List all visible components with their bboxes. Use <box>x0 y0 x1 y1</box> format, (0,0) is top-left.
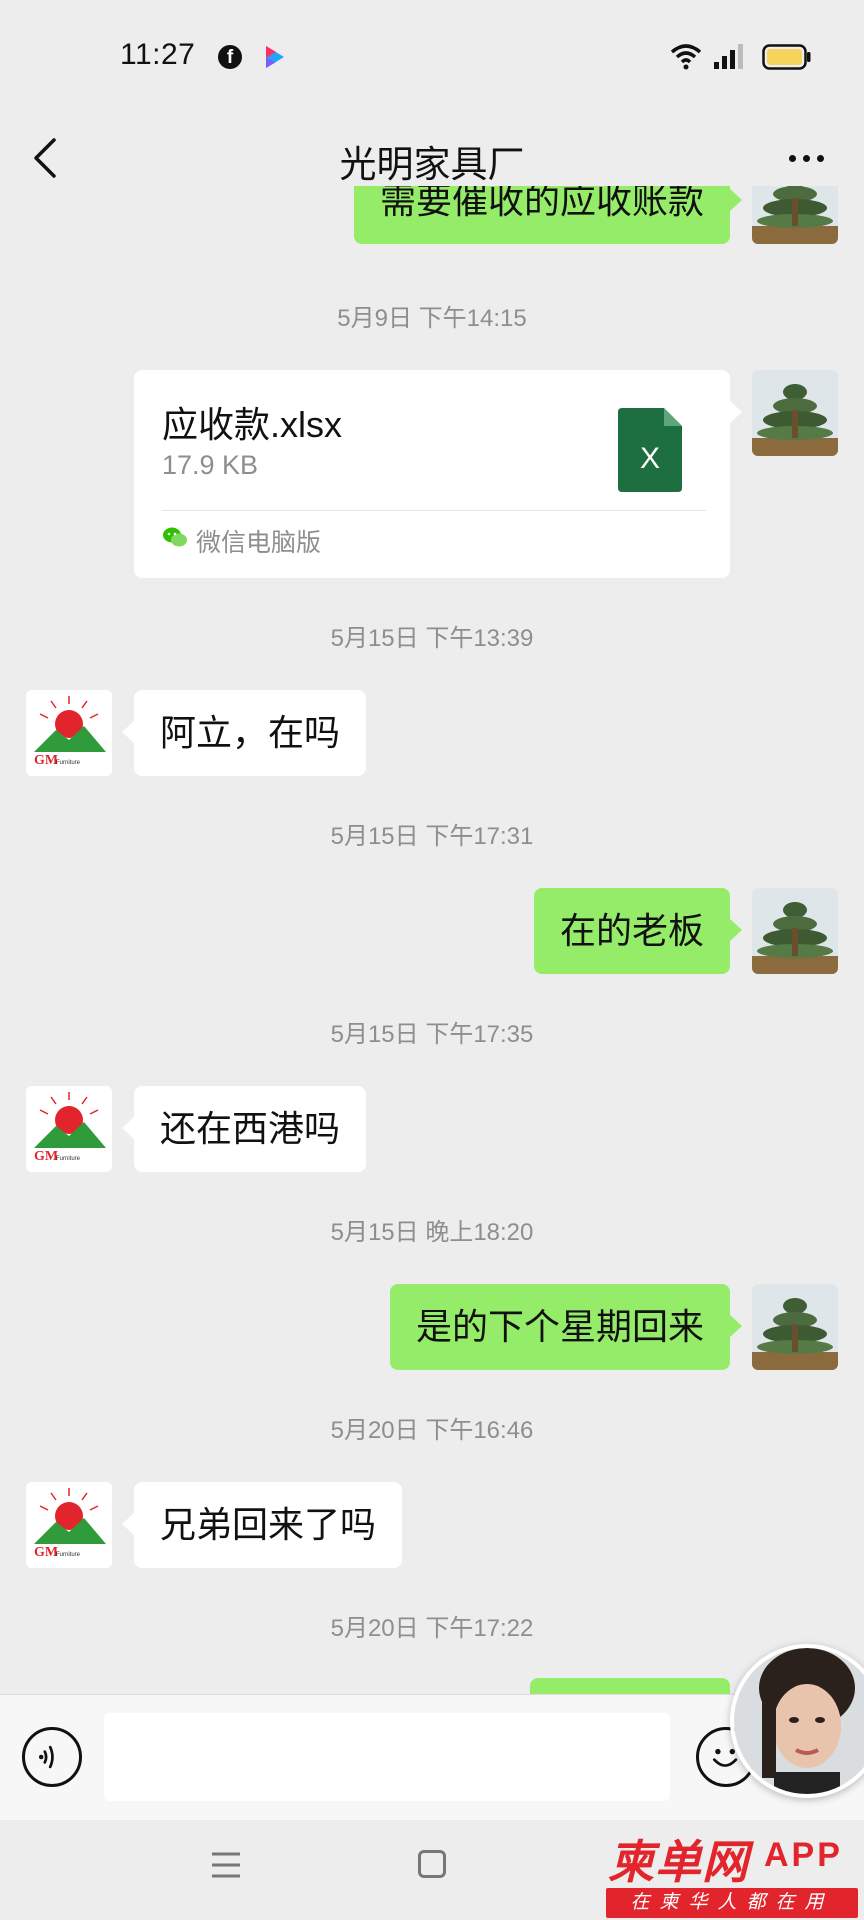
message-list[interactable]: 需要催收的应收账款 5月9日 下午14:15 应收款.xlsx 17.9 KB … <box>0 186 864 1694</box>
page-title: 光明家具厂 <box>339 144 525 185</box>
message-text: 还在西港吗 <box>160 1108 341 1149</box>
my-avatar[interactable] <box>752 888 838 974</box>
signal-icon <box>714 44 743 69</box>
svg-text:Furniture: Furniture <box>56 760 81 766</box>
dot <box>788 154 796 162</box>
gm-furniture-logo-avatar: GM Furniture <box>26 1086 112 1172</box>
dot <box>802 154 810 162</box>
watermark-slogan: 在柬华人都在用 <box>606 1888 858 1918</box>
user-photo <box>734 1648 864 1794</box>
file-size: 17.9 KB <box>162 450 259 480</box>
my-avatar[interactable] <box>752 370 838 456</box>
home-key-icon[interactable] <box>418 1850 446 1878</box>
contact-avatar[interactable]: GM Furniture <box>26 690 112 776</box>
message-text: 是的下个星期回来 <box>415 1306 704 1347</box>
menu-key-icon[interactable] <box>210 1850 242 1880</box>
message-timestamp: 5月15日 下午17:35 <box>330 1021 534 1048</box>
message-timestamp: 5月15日 下午17:31 <box>330 823 534 850</box>
bonsai-tree-avatar <box>752 186 838 244</box>
watermark-logo: 柬单网 APP 在柬华人都在用 <box>600 1826 864 1920</box>
contact-avatar[interactable]: GM Furniture <box>26 1482 112 1568</box>
my-avatar[interactable] <box>752 1284 838 1370</box>
wifi-icon <box>670 44 702 70</box>
facebook-icon: f <box>218 45 242 69</box>
chat-screen: 11:27 f 光明家具厂 需要催收的应收账款 5月9日 下午14:15 应收款… <box>0 0 864 1920</box>
message-bubble-received[interactable]: 还在西港吗 <box>121 1086 367 1172</box>
message-text: 阿立，在吗 <box>160 712 341 753</box>
file-message-card[interactable]: 应收款.xlsx 17.9 KB X 微信电脑版 <box>134 370 742 578</box>
message-text: 需要催收的应收账款 <box>379 186 704 221</box>
message-bubble-received[interactable]: 阿立，在吗 <box>121 690 367 776</box>
bonsai-tree-avatar <box>752 888 838 974</box>
logo-text: GM <box>34 1545 58 1560</box>
logo-text: GM <box>34 1149 58 1164</box>
message-input[interactable] <box>104 1713 670 1801</box>
message-bubble-sent[interactable]: 在的老板 <box>533 888 743 974</box>
message-text: 在的老板 <box>559 910 704 951</box>
bonsai-tree-avatar <box>752 370 838 456</box>
watermark-brand: 柬单网 <box>608 1836 749 1888</box>
gm-furniture-logo-avatar: GM Furniture <box>26 690 112 776</box>
message-timestamp: 5月20日 下午16:46 <box>330 1417 534 1444</box>
watermark-app: APP <box>764 1836 843 1874</box>
message-bubble-sent[interactable]: 是的下个星期回来 <box>389 1284 743 1370</box>
message-bubble-sent-partial[interactable] <box>530 1678 730 1694</box>
battery-icon <box>762 44 811 70</box>
message-bubble-received[interactable]: 兄弟回来了吗 <box>121 1482 403 1568</box>
message-timestamp: 5月15日 晚上18:20 <box>330 1219 534 1246</box>
my-avatar[interactable] <box>752 186 838 244</box>
more-dots-icon[interactable] <box>778 130 834 186</box>
message-timestamp: 5月9日 下午14:15 <box>337 305 527 332</box>
status-bar: 11:27 f <box>0 0 864 110</box>
message-bubble-sent[interactable]: 需要催收的应收账款 <box>353 186 743 244</box>
svg-text:Furniture: Furniture <box>56 1156 81 1162</box>
svg-text:Furniture: Furniture <box>56 1552 81 1558</box>
wechat-icon <box>163 527 187 547</box>
bonsai-tree-avatar <box>752 1284 838 1370</box>
logo-text: GM <box>34 753 58 768</box>
dot <box>816 154 824 162</box>
svg-text:X: X <box>640 442 660 475</box>
divider <box>162 510 706 511</box>
youku-icon <box>266 46 284 68</box>
message-text: 兄弟回来了吗 <box>160 1504 377 1545</box>
gm-furniture-logo-avatar: GM Furniture <box>26 1482 112 1568</box>
file-name: 应收款.xlsx <box>162 404 343 445</box>
status-time: 11:27 <box>120 38 196 71</box>
message-timestamp: 5月15日 下午13:39 <box>330 625 534 652</box>
voice-icon[interactable] <box>22 1727 82 1787</box>
contact-avatar[interactable]: GM Furniture <box>26 1086 112 1172</box>
message-timestamp: 5月20日 下午17:22 <box>330 1615 534 1642</box>
chevron-left-icon[interactable] <box>26 132 66 184</box>
file-source-label: 微信电脑版 <box>196 529 322 557</box>
excel-icon: X <box>618 408 682 492</box>
